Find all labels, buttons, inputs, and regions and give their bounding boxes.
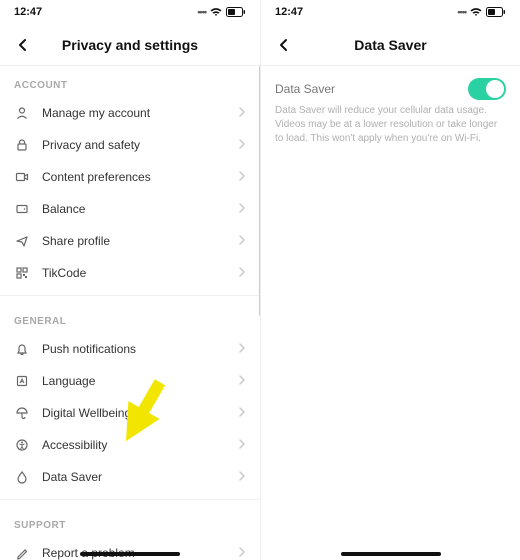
battery-icon <box>226 7 246 17</box>
row-push-notifications[interactable]: Push notifications <box>0 333 260 365</box>
row-privacy-safety[interactable]: Privacy and safety <box>0 129 260 161</box>
section-header-general: GENERAL <box>0 302 260 333</box>
data-saver-toggle[interactable] <box>468 78 506 100</box>
row-language[interactable]: Language <box>0 365 260 397</box>
row-label: TikCode <box>42 266 226 280</box>
status-icons: •••• <box>457 7 506 17</box>
battery-icon <box>486 7 506 17</box>
person-icon <box>14 105 30 121</box>
toggle-description: Data Saver will reduce your cellular dat… <box>261 104 520 146</box>
row-label: Accessibility <box>42 438 226 452</box>
chevron-right-icon <box>238 136 246 154</box>
row-label: Content preferences <box>42 170 226 184</box>
language-icon <box>14 373 30 389</box>
row-digital-wellbeing[interactable]: Digital Wellbeing <box>0 397 260 429</box>
row-label: Language <box>42 374 226 388</box>
chevron-right-icon <box>238 104 246 122</box>
row-label: Push notifications <box>42 342 226 356</box>
wallet-icon <box>14 201 30 217</box>
bell-icon <box>14 341 30 357</box>
chevron-right-icon <box>238 404 246 422</box>
row-label: Digital Wellbeing <box>42 406 226 420</box>
lock-icon <box>14 137 30 153</box>
back-button[interactable] <box>269 30 299 60</box>
chevron-right-icon <box>238 232 246 250</box>
back-button[interactable] <box>8 30 38 60</box>
status-bar: 12:47 •••• <box>261 0 520 24</box>
nav-bar: Privacy and settings <box>0 24 260 66</box>
chevron-right-icon <box>238 264 246 282</box>
qr-icon <box>14 265 30 281</box>
row-report-problem[interactable]: Report a problem <box>0 537 260 560</box>
row-tikcode[interactable]: TikCode <box>0 257 260 289</box>
chevron-right-icon <box>238 436 246 454</box>
data-saver-screen: 12:47 •••• Data Saver Data Saver Data Sa… <box>260 0 520 560</box>
droplet-icon <box>14 469 30 485</box>
signal-icon: •••• <box>457 7 466 17</box>
row-label: Share profile <box>42 234 226 248</box>
chevron-right-icon <box>238 372 246 390</box>
share-icon <box>14 233 30 249</box>
page-title: Data Saver <box>261 37 520 53</box>
nav-bar: Data Saver <box>261 24 520 66</box>
accessibility-icon <box>14 437 30 453</box>
row-label: Manage my account <box>42 106 226 120</box>
section-header-account: ACCOUNT <box>0 66 260 97</box>
clock: 12:47 <box>275 6 303 18</box>
row-label: Data Saver <box>42 470 226 484</box>
clock: 12:47 <box>14 6 42 18</box>
row-balance[interactable]: Balance <box>0 193 260 225</box>
chevron-right-icon <box>238 340 246 358</box>
wifi-icon <box>470 7 482 17</box>
chevron-right-icon <box>238 200 246 218</box>
page-title: Privacy and settings <box>0 37 260 53</box>
row-share-profile[interactable]: Share profile <box>0 225 260 257</box>
divider <box>0 295 260 296</box>
home-indicator[interactable] <box>341 552 441 556</box>
row-accessibility[interactable]: Accessibility <box>0 429 260 461</box>
row-content-preferences[interactable]: Content preferences <box>0 161 260 193</box>
row-data-saver[interactable]: Data Saver <box>0 461 260 493</box>
row-manage-account[interactable]: Manage my account <box>0 97 260 129</box>
chevron-right-icon <box>238 544 246 560</box>
video-icon <box>14 169 30 185</box>
status-icons: •••• <box>197 7 246 17</box>
divider <box>0 499 260 500</box>
toggle-label: Data Saver <box>275 82 335 96</box>
pencil-icon <box>14 545 30 560</box>
umbrella-icon <box>14 405 30 421</box>
wifi-icon <box>210 7 222 17</box>
chevron-right-icon <box>238 468 246 486</box>
chevron-right-icon <box>238 168 246 186</box>
home-indicator[interactable] <box>80 552 180 556</box>
row-label: Privacy and safety <box>42 138 226 152</box>
settings-screen: 12:47 •••• Privacy and settings ACCOUNT … <box>0 0 260 560</box>
signal-icon: •••• <box>197 7 206 17</box>
row-label: Balance <box>42 202 226 216</box>
toggle-row-data-saver: Data Saver <box>261 66 520 104</box>
status-bar: 12:47 •••• <box>0 0 260 24</box>
section-header-support: SUPPORT <box>0 506 260 537</box>
